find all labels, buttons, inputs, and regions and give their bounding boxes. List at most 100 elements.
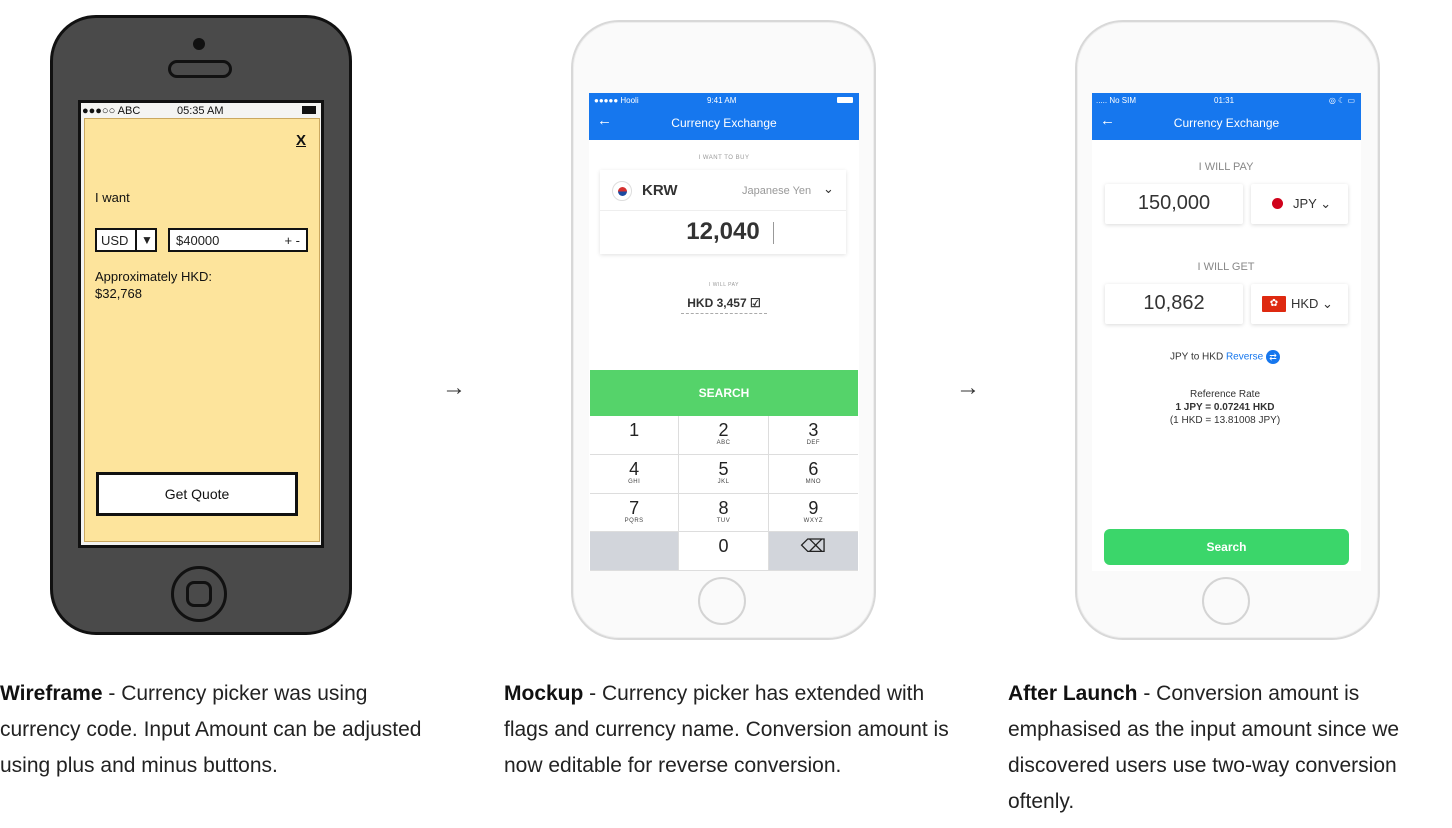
pay-currency-code[interactable]: JPY ⌄ <box>1293 196 1331 212</box>
keypad-key[interactable]: 4 GHI <box>590 454 680 494</box>
arrow-right-icon: → <box>956 374 980 401</box>
key-letters: TUV <box>716 517 731 524</box>
keypad-key[interactable]: 7 PQRS <box>590 493 680 533</box>
currency-code[interactable]: KRW <box>642 182 678 199</box>
buy-amount-input[interactable]: 12,040 <box>600 218 846 246</box>
keypad-key[interactable]: 0 <box>679 532 769 571</box>
keypad-key[interactable]: 9 WXYZ <box>768 494 858 533</box>
keypad-key[interactable]: 1 <box>590 416 680 455</box>
launch-time: 01:31 <box>1214 96 1235 105</box>
mockup-title: Currency Exchange <box>671 116 777 130</box>
direction-text: JPY to HKD <box>1170 351 1224 363</box>
search-button[interactable]: SEARCH <box>590 370 858 416</box>
get-quote-button[interactable]: Get Quote <box>96 472 298 516</box>
status-icons: ◎ ☾ ▭ <box>1328 96 1355 105</box>
key-digit: 0 <box>718 536 729 557</box>
launch-home-button <box>1202 577 1250 625</box>
approximate-value: $32,768 <box>95 286 142 301</box>
mockup-nav-bar: ●●●●● Hooli 9:41 AM ← Currency Exchange <box>589 93 859 140</box>
mockup-carrier: ●●●●● Hooli <box>594 96 639 105</box>
key-digit: 7 <box>629 497 640 518</box>
get-currency-code[interactable]: HKD ⌄ <box>1291 296 1333 312</box>
rate-inverse: (1 HKD = 13.81008 JPY) <box>1169 415 1281 426</box>
will-pay-label: I WILL PAY <box>709 282 739 288</box>
home-square-icon <box>186 581 212 607</box>
caption-title: Wireframe <box>0 682 103 705</box>
reverse-row: JPY to HKD Reverse ⇄ <box>1090 350 1360 364</box>
keypad-key[interactable]: 6 MNO <box>768 455 858 494</box>
get-amount-input[interactable]: 10,862 <box>1105 292 1243 315</box>
caption-wireframe: Wireframe - Currency picker was using cu… <box>0 676 450 784</box>
swap-icon[interactable]: ⇄ <box>1265 350 1280 364</box>
will-get-label: I WILL GET <box>1197 261 1255 273</box>
key-letters: GHI <box>628 478 641 485</box>
wireframe-time: 05:35 AM <box>177 105 224 117</box>
reverse-link[interactable]: Reverse <box>1226 352 1263 363</box>
battery-icon <box>302 106 316 114</box>
hong-kong-flag-icon: ✿ <box>1262 296 1286 312</box>
wireframe-status-bar: ●●●○○ ABC 05:35 AM <box>82 104 322 118</box>
numeric-keypad: 1 2 ABC 3 DEF 4 GHI 5 JKL 6 MNO 7 PQRS 8 TUV 9 WXYZ 0 ⌫ <box>590 416 858 571</box>
dropdown-arrow-icon: ▼ <box>141 233 153 247</box>
rate-main: 1 JPY = 0.07241 HKD <box>1175 402 1275 413</box>
launch-carrier: ..... No SIM <box>1096 96 1137 105</box>
key-digit: 2 <box>718 420 729 440</box>
key-digit: 4 <box>629 458 640 479</box>
key-letters: MNO <box>805 478 822 485</box>
key-digit: 8 <box>718 497 729 518</box>
caption-mockup: Mockup - Currency picker has extended wi… <box>504 676 964 784</box>
key-letters: WXYZ <box>803 517 823 524</box>
caption-title: After Launch <box>1008 682 1138 705</box>
will-pay-label: I WILL PAY <box>1198 161 1254 173</box>
select-divider <box>135 230 137 250</box>
currency-name[interactable]: Japanese Yen <box>742 185 811 197</box>
korea-flag-icon <box>612 181 632 201</box>
caption-title: Mockup <box>504 682 584 705</box>
key-letters: ABC <box>716 440 731 446</box>
keypad-key[interactable]: 3 DEF <box>768 416 858 455</box>
approximate-label: Approximately HKD: <box>95 269 213 284</box>
keypad-key[interactable]: ⌫ <box>768 532 858 571</box>
keypad-key[interactable]: 8 TUV <box>679 493 769 533</box>
caption-after-launch: After Launch - Conversion amount is emph… <box>1008 676 1448 820</box>
amount-value: $40000 <box>176 233 220 248</box>
mockup-time: 9:41 AM <box>707 96 737 105</box>
pay-amount-input[interactable]: 150,000 <box>1105 192 1243 215</box>
text-caret <box>773 222 774 244</box>
battery-icon <box>837 97 853 103</box>
wireframe-carrier: ●●●○○ ABC <box>82 105 141 117</box>
key-digit <box>590 532 678 536</box>
currency-code-select[interactable]: USD ▼ <box>95 228 157 252</box>
key-digit: 1 <box>629 420 640 440</box>
key-digit: 6 <box>808 458 819 479</box>
currency-code-value: USD <box>101 233 129 248</box>
key-letters: JKL <box>717 478 730 485</box>
approximate-conversion: Approximately HKD: $32,768 <box>95 268 212 302</box>
mockup-home-button <box>698 577 746 625</box>
arrow-right-icon: → <box>442 374 466 401</box>
chevron-down-icon[interactable]: ⌄ <box>823 181 834 197</box>
key-letters: PQRS <box>624 517 644 524</box>
card-divider <box>600 210 846 211</box>
key-letters: DEF <box>806 440 821 446</box>
key-digit: 5 <box>718 458 729 479</box>
wireframe-speaker <box>168 60 232 78</box>
keypad-key[interactable]: 2 ABC <box>679 416 769 455</box>
amount-input[interactable]: $40000 + - <box>168 228 308 252</box>
keypad-key[interactable]: 5 JKL <box>679 454 769 494</box>
wireframe-camera <box>193 38 205 50</box>
launch-nav-bar: ..... No SIM 01:31 ◎ ☾ ▭ ← Currency Exch… <box>1092 93 1361 140</box>
mockup-status-bar: ●●●●● Hooli 9:41 AM <box>589 93 859 109</box>
search-button[interactable]: Search <box>1104 529 1349 565</box>
launch-title: Currency Exchange <box>1173 116 1280 130</box>
close-button[interactable]: X <box>296 132 306 149</box>
plus-minus-buttons[interactable]: + - <box>284 233 300 248</box>
want-to-buy-label: I WANT TO BUY <box>698 155 750 161</box>
pay-amount-editable[interactable]: HKD 3,457 ☑ <box>590 296 858 310</box>
i-want-label: I want <box>95 190 130 205</box>
japan-flag-icon <box>1272 198 1283 209</box>
backspace-icon: ⌫ <box>800 536 827 557</box>
keypad-key[interactable] <box>590 532 680 571</box>
rate-title: Reference Rate <box>1189 389 1261 400</box>
pay-underline <box>681 313 767 314</box>
